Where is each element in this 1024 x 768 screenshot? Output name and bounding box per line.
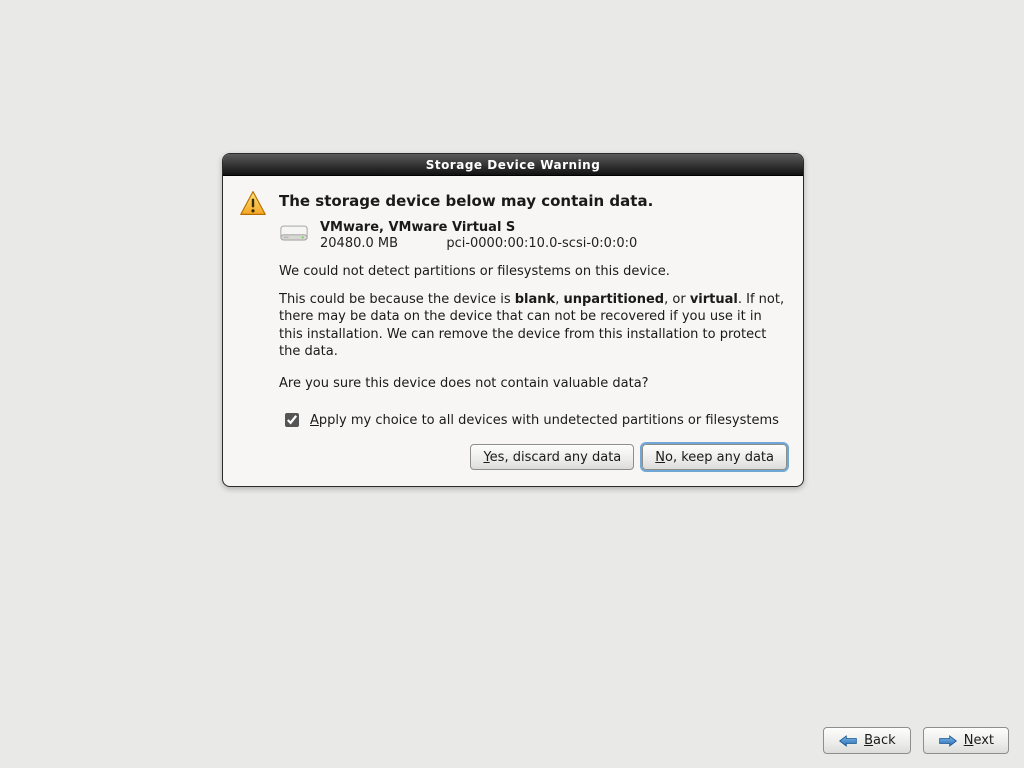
confirm-text: Are you sure this device does not contai… — [279, 375, 787, 393]
dialog-title: Storage Device Warning — [426, 158, 601, 172]
no-keep-button[interactable]: No, keep any data — [642, 444, 787, 470]
device-name: VMware, VMware Virtual S — [320, 220, 637, 235]
yes-discard-button[interactable]: Yes, discard any data — [470, 444, 634, 470]
next-button[interactable]: Next — [923, 727, 1009, 754]
arrow-left-icon — [838, 734, 858, 748]
device-path: pci-0000:00:10.0-scsi-0:0:0:0 — [446, 236, 637, 251]
apply-all-label: Apply my choice to all devices with unde… — [310, 413, 779, 428]
device-size: 20480.0 MB — [320, 236, 398, 251]
apply-all-checkbox[interactable] — [285, 413, 299, 427]
reason-text: This could be because the device is blan… — [279, 291, 787, 361]
back-button[interactable]: Back — [823, 727, 911, 754]
detect-text: We could not detect partitions or filesy… — [279, 263, 787, 281]
storage-warning-dialog: Storage Device Warning The sto — [222, 153, 804, 487]
warning-icon — [239, 189, 267, 217]
dialog-titlebar: Storage Device Warning — [223, 154, 803, 176]
dialog-body: The storage device below may contain dat… — [223, 176, 803, 486]
dialog-heading: The storage device below may contain dat… — [279, 192, 787, 210]
apply-all-checkbox-row[interactable]: Apply my choice to all devices with unde… — [281, 410, 787, 430]
arrow-right-icon — [938, 734, 958, 748]
hard-disk-icon — [280, 222, 308, 244]
wizard-nav: Back Next — [823, 727, 1009, 754]
